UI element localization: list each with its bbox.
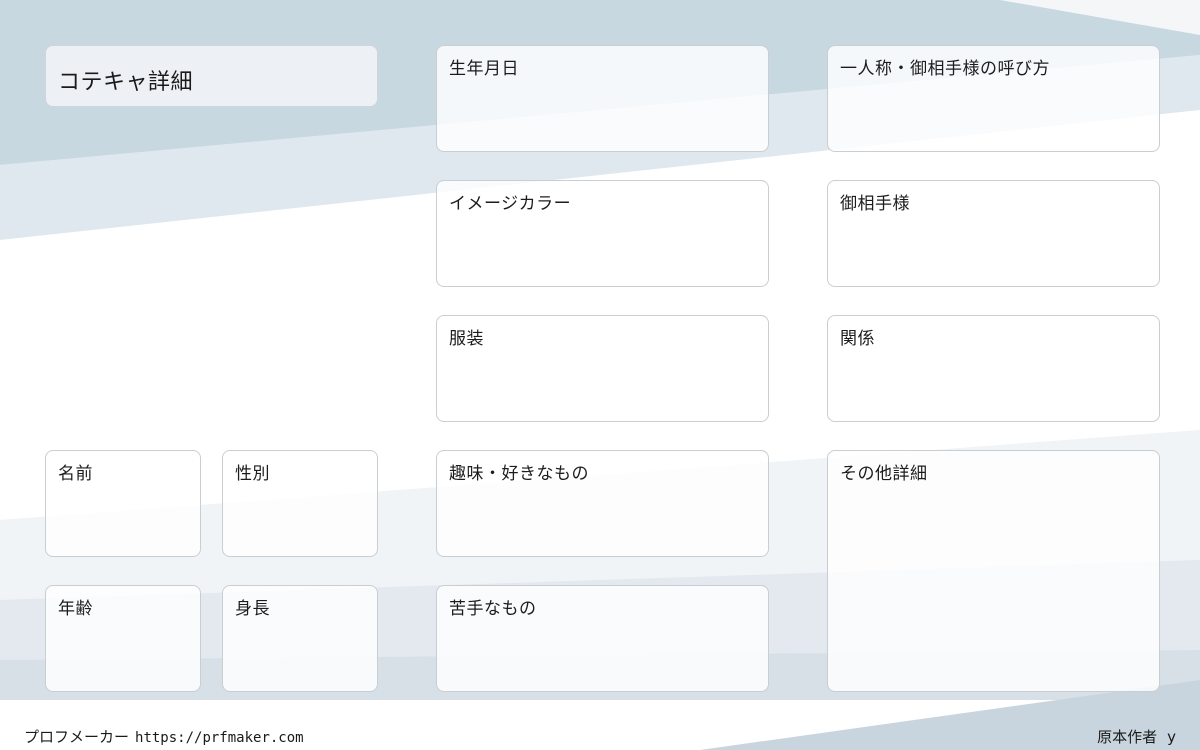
- age-label: 年齢: [58, 599, 93, 619]
- other-details-field[interactable]: その他詳細: [827, 450, 1160, 692]
- other-details-label: その他詳細: [840, 464, 928, 484]
- dislikes-label: 苦手なもの: [449, 599, 537, 619]
- relationship-label: 関係: [840, 329, 875, 349]
- footer-brand: プロフメーカー: [24, 728, 130, 746]
- footer-author-name: y: [1167, 728, 1176, 746]
- image-color-label: イメージカラー: [449, 194, 572, 214]
- page-title: コテキャ詳細: [58, 70, 194, 95]
- name-label: 名前: [58, 464, 93, 484]
- birthday-label: 生年月日: [449, 59, 519, 79]
- footer-author-label: 原本作者: [1097, 728, 1158, 746]
- hobbies-label: 趣味・好きなもの: [449, 464, 589, 484]
- pronouns-label: 一人称・御相手様の呼び方: [840, 59, 1050, 79]
- partner-field[interactable]: 御相手様: [827, 180, 1160, 287]
- height-field[interactable]: 身長: [222, 585, 378, 692]
- height-label: 身長: [235, 599, 270, 619]
- birthday-field[interactable]: 生年月日: [436, 45, 769, 152]
- partner-label: 御相手様: [840, 194, 910, 214]
- footer-url[interactable]: https://prfmaker.com: [135, 730, 304, 746]
- pronouns-field[interactable]: 一人称・御相手様の呼び方: [827, 45, 1160, 152]
- gender-label: 性別: [235, 464, 270, 484]
- dislikes-field[interactable]: 苦手なもの: [436, 585, 769, 692]
- hobbies-field[interactable]: 趣味・好きなもの: [436, 450, 769, 557]
- name-field[interactable]: 名前: [45, 450, 201, 557]
- footer-credit: プロフメーカー https://prfmaker.com: [24, 726, 304, 747]
- footer-author: 原本作者 y: [1097, 726, 1176, 747]
- image-color-field[interactable]: イメージカラー: [436, 180, 769, 287]
- outfit-field[interactable]: 服装: [436, 315, 769, 422]
- title-card: コテキャ詳細: [45, 45, 378, 107]
- gender-field[interactable]: 性別: [222, 450, 378, 557]
- relationship-field[interactable]: 関係: [827, 315, 1160, 422]
- outfit-label: 服装: [449, 329, 484, 349]
- age-field[interactable]: 年齢: [45, 585, 201, 692]
